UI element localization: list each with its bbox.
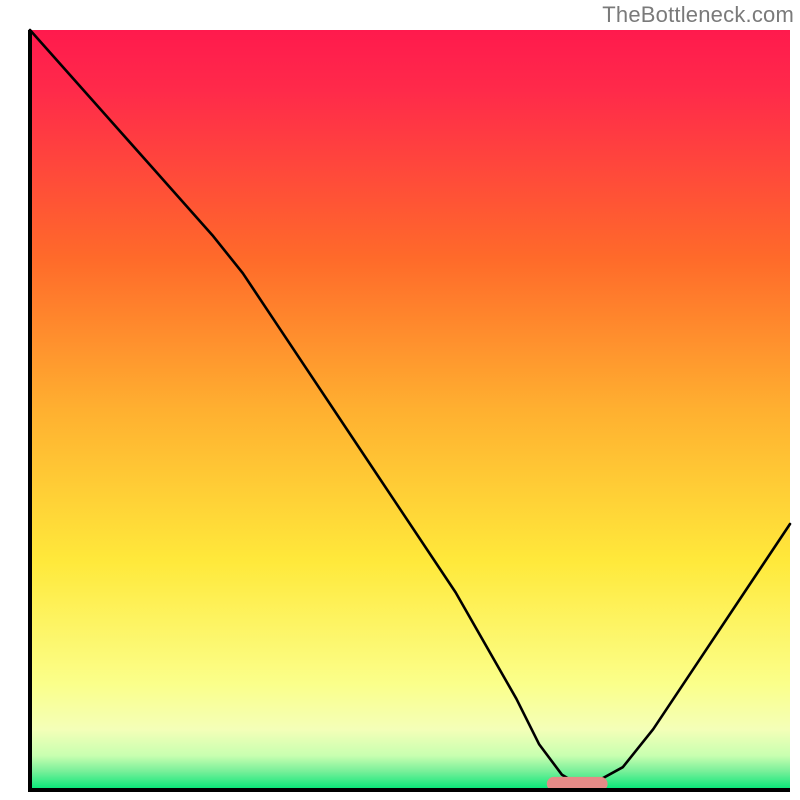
chart-container: TheBottleneck.com — [0, 0, 800, 800]
watermark-text: TheBottleneck.com — [602, 2, 794, 28]
chart-svg — [0, 0, 800, 800]
plot-background — [30, 30, 790, 790]
